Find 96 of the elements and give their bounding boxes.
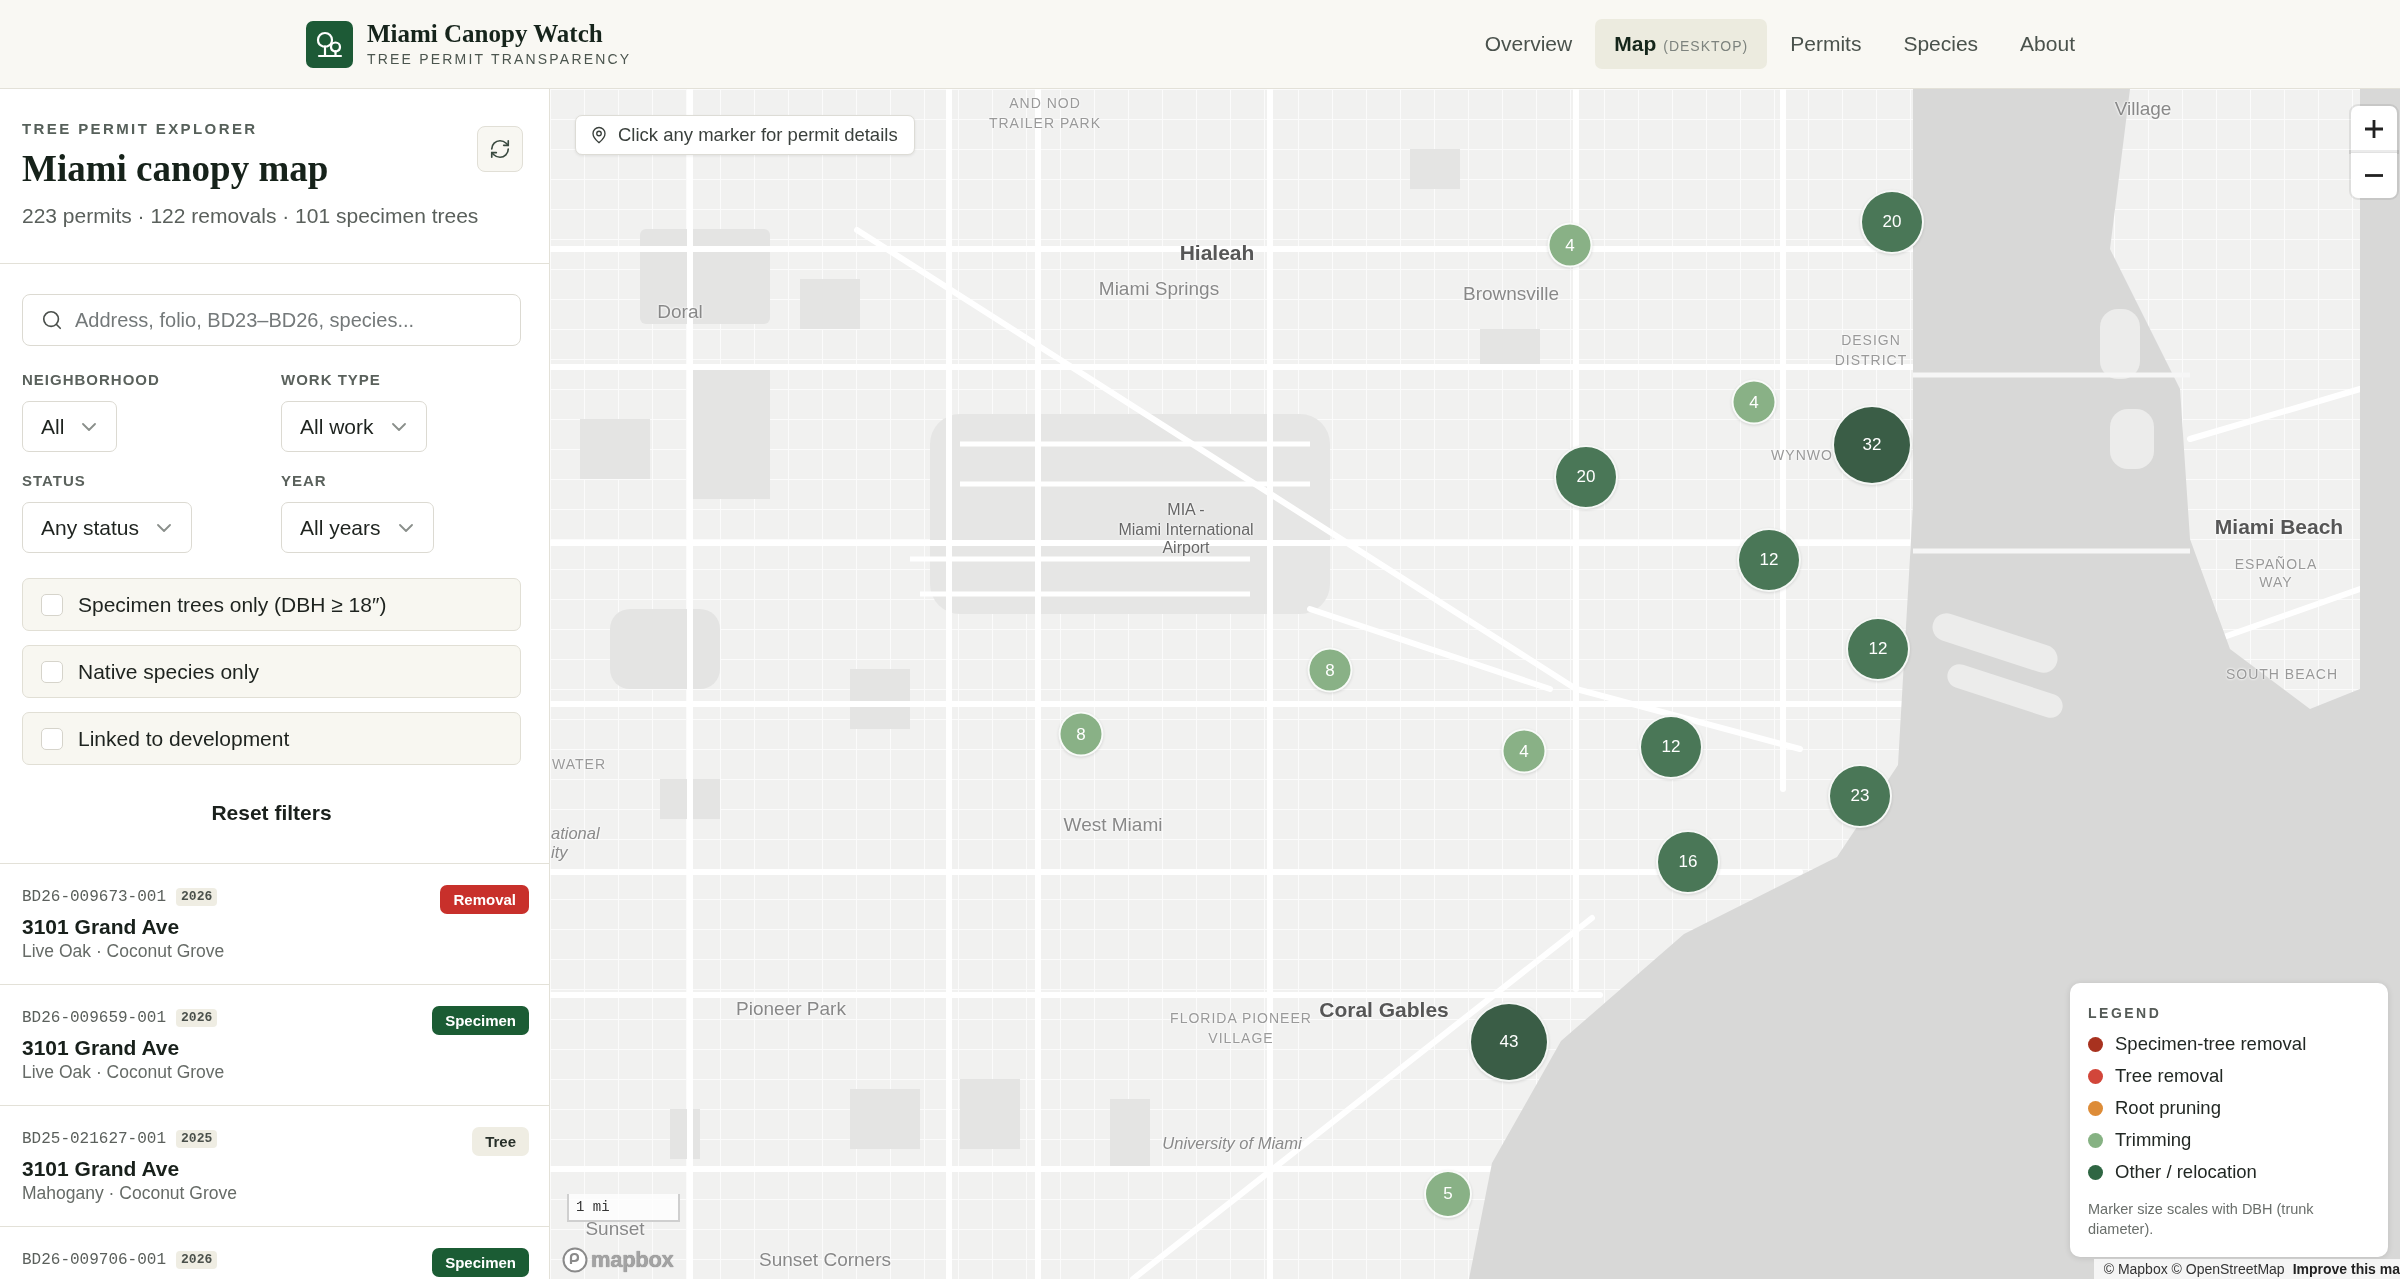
place-label: West Miami	[1063, 814, 1163, 836]
chevron-down-icon	[82, 422, 97, 431]
place-label: ity	[551, 842, 568, 862]
logo-icon	[562, 1247, 588, 1273]
place-label: WATER	[552, 757, 606, 773]
year-tag: 2025	[176, 1130, 218, 1148]
place-label: Sunset Corners	[759, 1249, 891, 1271]
checkbox[interactable]	[41, 660, 63, 683]
field-label: WORK TYPE	[281, 370, 381, 390]
permit-address[interactable]: 3101 Grand Ave	[22, 914, 225, 940]
permit-detail: Mahogany · Coconut Grove	[22, 1182, 237, 1204]
place-label: WAY	[2259, 575, 2293, 591]
permit-address[interactable]: 3101 Grand Ave	[22, 1156, 237, 1182]
refresh-button[interactable]	[477, 126, 523, 172]
place-label: WYNWO	[1771, 448, 1833, 464]
legend-title: LEGEND	[2088, 1004, 2163, 1022]
place-label: AND NOD	[1009, 96, 1081, 112]
place-label: ational	[551, 823, 600, 843]
tree-icon	[306, 20, 353, 68]
place-label: Village	[2114, 98, 2172, 120]
legend-label: Other / relocation	[2115, 1161, 2257, 1183]
select-dropdown[interactable]: All years	[281, 502, 434, 553]
nav-tab[interactable]: Permits	[1771, 19, 1881, 69]
nav-tab[interactable]: Species	[1884, 19, 1998, 69]
year-tag: 2026	[176, 888, 218, 906]
place-label: Coral Gables	[1319, 998, 1449, 1022]
page-title: Miami canopy map	[22, 149, 329, 189]
permit-type-badge: Specimen	[432, 1248, 529, 1277]
field-label: YEAR	[281, 471, 327, 491]
permit-id[interactable]: BD26-009706-001	[22, 1251, 167, 1269]
filter-toggle[interactable]: Linked to development	[22, 712, 521, 765]
chevron-down-icon	[391, 422, 406, 431]
select-dropdown[interactable]: All	[22, 401, 118, 452]
filter-toggle[interactable]: Native species only	[22, 645, 521, 698]
place-label: FLORIDA PIONEER	[1170, 1011, 1312, 1027]
section-eyebrow: TREE PERMIT EXPLORER	[22, 119, 259, 139]
nav-tab[interactable]: About	[2001, 19, 2094, 69]
filter-toggle[interactable]: Specimen trees only (DBH ≥ 18″)	[22, 578, 521, 631]
year-tag: 2026	[176, 1251, 218, 1269]
select-dropdown[interactable]: All work	[281, 401, 427, 452]
zoom-out-button[interactable]	[2351, 152, 2397, 198]
legend-label: Trimming	[2115, 1129, 2192, 1151]
permit-address[interactable]: 3101 Grand Ave	[22, 1035, 225, 1061]
reset-filters-button[interactable]: Reset filters	[195, 789, 348, 837]
place-label: Miami Springs	[1098, 278, 1220, 300]
place-label: University of Miami	[1162, 1133, 1302, 1153]
place-label: SOUTH BEACH	[2225, 667, 2339, 683]
permit-id[interactable]: BD26-009659-001	[22, 1009, 167, 1027]
legend-note: Marker size scales with DBH (trunk diameter).	[2088, 1200, 2315, 1239]
legend-label: Specimen-tree removal	[2115, 1033, 2307, 1055]
select-dropdown[interactable]: Any status	[22, 502, 193, 553]
place-label: Airport	[1162, 539, 1210, 557]
hint-text: Click any marker for permit details	[618, 124, 898, 146]
place-label: VILLAGE	[1208, 1031, 1274, 1047]
permit-type-badge: Tree	[472, 1127, 529, 1156]
checkbox[interactable]	[41, 727, 63, 750]
field-label: STATUS	[22, 471, 86, 491]
place-label: DISTRICT	[1834, 353, 1908, 369]
permit-id[interactable]: BD25-021627-001	[22, 1130, 167, 1148]
scale-bar: 1 mi	[567, 1194, 680, 1222]
place-label: Hialeah	[1179, 241, 1255, 265]
legend-label: Root pruning	[2115, 1097, 2221, 1119]
place-label: Miami International	[1118, 521, 1254, 539]
search-icon	[41, 309, 63, 331]
attribution-text: © Mapbox © OpenStreetMap	[2103, 1261, 2285, 1277]
zoom-in-button[interactable]	[2351, 106, 2397, 152]
nav-tab[interactable]: Map (DESKTOP)	[1595, 19, 1768, 69]
minus-icon	[2365, 174, 2383, 177]
permit-type-badge: Removal	[440, 885, 529, 914]
brand-subtitle: TREE PERMIT TRANSPARENCY	[367, 51, 632, 68]
summary-stats: 223 permits · 122 removals · 101 specimen trees	[22, 203, 480, 229]
refresh-icon	[489, 138, 511, 160]
year-tag: 2026	[176, 1009, 218, 1027]
place-label: MIA -	[1167, 501, 1205, 519]
place-label: ESPAÑOLA	[2234, 557, 2318, 573]
permit-id[interactable]: BD26-009673-001	[22, 888, 167, 906]
place-label: Doral	[657, 301, 703, 323]
place-label: DESIGN	[1841, 333, 1901, 349]
place-label: Pioneer Park	[736, 998, 846, 1020]
legend-label: Tree removal	[2115, 1065, 2224, 1087]
improve-map-link[interactable]: Improve this ma	[2292, 1261, 2400, 1277]
field-label: NEIGHBORHOOD	[22, 370, 160, 390]
permit-detail: Live Oak · Coconut Grove	[22, 940, 225, 962]
plus-icon	[2365, 120, 2383, 138]
permit-type-badge: Specimen	[432, 1006, 529, 1035]
chevron-down-icon	[398, 523, 413, 532]
map-pin-icon	[590, 126, 608, 144]
place-label: Brownsville	[1462, 283, 1560, 305]
place-label: Miami Beach	[2214, 515, 2344, 539]
place-label: TRAILER PARK	[988, 116, 1102, 132]
brand-title: Miami Canopy Watch	[367, 20, 604, 48]
nav-tab[interactable]: Overview	[1465, 19, 1592, 69]
permit-detail: Live Oak · Coconut Grove	[22, 1061, 225, 1083]
search-field[interactable]: Address, folio, BD23–BD26, species...	[22, 294, 521, 346]
checkbox[interactable]	[41, 593, 63, 616]
chevron-down-icon	[157, 523, 172, 532]
